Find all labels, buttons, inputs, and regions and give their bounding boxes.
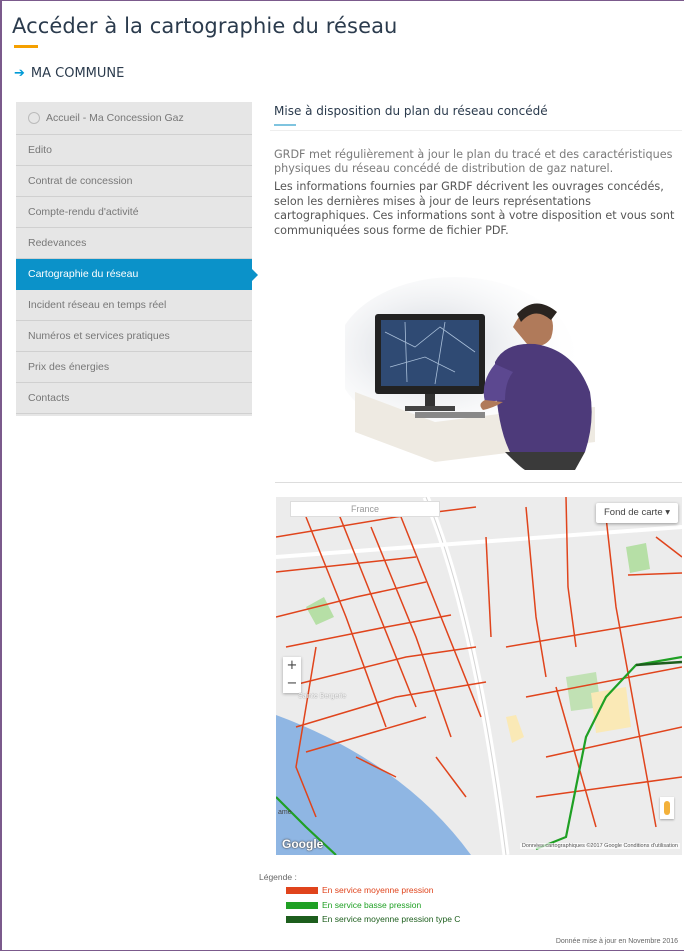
sidebar-item-accueil[interactable]: Accueil - Ma Concession Gaz	[16, 102, 252, 135]
zoom-control: + −	[283, 657, 301, 693]
legend-swatch	[286, 887, 318, 895]
commune-label: MA COMMUNE	[30, 66, 125, 81]
street-view-pegman-icon[interactable]	[660, 797, 674, 819]
sidebar-item-label: Contacts	[28, 392, 70, 404]
illustration-separator	[275, 482, 682, 483]
legend-swatch	[286, 916, 318, 924]
zoom-in-button[interactable]: +	[283, 657, 301, 675]
home-icon	[28, 112, 40, 125]
update-note: Donnée mise à jour en Novembre 2016	[555, 938, 678, 945]
title-underline	[14, 45, 38, 48]
legend-item-moyenne-pression: En service moyenne pression	[286, 885, 434, 895]
sidebar-item-label: Incident réseau en temps réel	[28, 299, 167, 311]
body-paragraph: Les informations fournies par GRDF décri…	[274, 180, 675, 237]
map-place-label: Sainte Bergerie	[298, 693, 347, 700]
sidebar-item-numeros[interactable]: Numéros et services pratiques	[16, 321, 252, 352]
legend-title: Légende :	[259, 872, 297, 882]
sidebar-menu: Accueil - Ma Concession Gaz Edito Contra…	[16, 102, 258, 416]
sidebar-item-label: Edito	[28, 144, 52, 156]
heading-underline	[274, 124, 296, 126]
sidebar-item-label: Cartographie du réseau	[28, 268, 139, 280]
breadcrumb-commune[interactable]: ➔ MA COMMUNE	[14, 66, 124, 81]
sidebar-item-label: Numéros et services pratiques	[28, 330, 170, 342]
sidebar-item-label: Accueil - Ma Concession Gaz	[46, 112, 184, 124]
map-search-input[interactable]: France	[290, 501, 440, 517]
map-canvas	[276, 497, 682, 855]
page-title: Accéder à la cartographie du réseau	[12, 14, 398, 38]
heading-separator	[270, 130, 682, 131]
illustration-technician-at-computer	[345, 277, 595, 470]
arrow-right-icon: ➔	[14, 66, 25, 81]
sidebar-item-incident[interactable]: Incident réseau en temps réel	[16, 290, 252, 321]
map-edge-label: ame	[278, 809, 292, 816]
legend-item-basse-pression: En service basse pression	[286, 900, 421, 910]
legend-item-moyenne-pression-type-c: En service moyenne pression type C	[286, 914, 460, 924]
section-heading: Mise à disposition du plan du réseau con…	[274, 104, 548, 118]
sidebar-item-edito[interactable]: Edito	[16, 135, 252, 166]
legend-label: En service moyenne pression	[322, 885, 434, 895]
legend-swatch	[286, 902, 318, 910]
sidebar-item-label: Redevances	[28, 237, 87, 249]
google-logo: Google	[282, 837, 324, 851]
sidebar-item-compte-rendu[interactable]: Compte-rendu d'activité	[16, 197, 252, 228]
sidebar-item-prix[interactable]: Prix des énergies	[16, 352, 252, 383]
map-attribution[interactable]: Données cartographiques ©2017 Google Con…	[519, 843, 680, 849]
network-map[interactable]: France Fond de carte ▾ + − Sainte Berger…	[276, 497, 682, 855]
sidebar-item-contrat[interactable]: Contrat de concession	[16, 166, 252, 197]
legend-label: En service basse pression	[322, 900, 422, 910]
sidebar-item-label: Compte-rendu d'activité	[28, 206, 139, 218]
sidebar-item-cartographie[interactable]: Cartographie du réseau	[16, 259, 258, 290]
legend-label: En service moyenne pression type C	[322, 914, 461, 924]
sidebar-item-contacts[interactable]: Contacts	[16, 383, 252, 414]
basemap-dropdown-button[interactable]: Fond de carte ▾	[596, 503, 678, 523]
zoom-out-button[interactable]: −	[283, 675, 301, 693]
sidebar-item-redevances[interactable]: Redevances	[16, 228, 252, 259]
sidebar-item-label: Contrat de concession	[28, 175, 133, 187]
lead-paragraph: GRDF met régulièrement à jour le plan du…	[274, 148, 673, 175]
sidebar-item-label: Prix des énergies	[28, 361, 110, 373]
